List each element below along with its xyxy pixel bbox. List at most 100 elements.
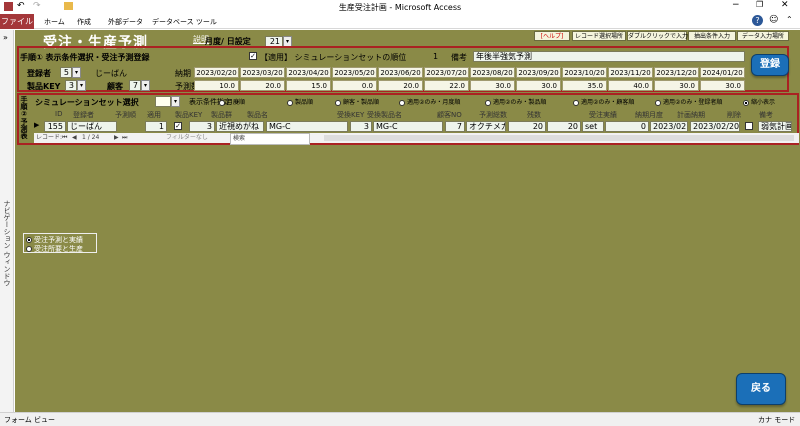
cell-cust-name[interactable]: オクチメガネ <box>466 121 506 132</box>
display-option[interactable]: 適用②のみ・登録者順 <box>655 97 722 106</box>
option-demand-production[interactable]: 受注所要と生産 <box>26 244 83 254</box>
cell-id[interactable]: 155 <box>44 121 66 132</box>
delivery-date-cell[interactable]: 2023/06/20 <box>378 67 423 78</box>
forecast-cell[interactable]: 30.0 <box>654 80 699 91</box>
forecast-cell[interactable]: 0.0 <box>332 80 377 91</box>
display-option-radio[interactable] <box>287 99 293 106</box>
display-option[interactable]: 適用②のみ・月度順 <box>399 97 460 106</box>
product-key-input[interactable]: 3 <box>65 80 77 91</box>
register-button[interactable]: 登録 <box>751 54 789 76</box>
forecast-cell[interactable]: 20.0 <box>378 80 423 91</box>
smiley-icon[interactable]: ☺ <box>769 15 778 25</box>
display-option-radio[interactable] <box>743 99 749 106</box>
apply-checkbox[interactable]: ✓ <box>249 52 257 60</box>
delivery-date-cell[interactable]: 2023/03/20 <box>240 67 285 78</box>
display-option-radio[interactable] <box>573 99 579 106</box>
forecast-cell[interactable]: 20.0 <box>240 80 285 91</box>
help-box[interactable]: [ヘルプ] <box>534 31 570 41</box>
cell-delete-checkbox[interactable] <box>745 122 753 130</box>
delivery-date-cell[interactable]: 2024/01/20 <box>700 67 745 78</box>
delivery-date-cell[interactable]: 2023/08/20 <box>470 67 515 78</box>
cell-product-name[interactable]: MG-C <box>266 121 348 132</box>
tab-create[interactable]: 作成 <box>77 16 91 28</box>
forecast-cell[interactable]: 35.0 <box>562 80 607 91</box>
expand-nav-icon[interactable]: » <box>3 33 8 42</box>
close-icon[interactable]: ✕ <box>781 0 789 10</box>
forecast-cell[interactable]: 10.0 <box>194 80 239 91</box>
cell-note[interactable]: 弱気計画 <box>758 121 792 132</box>
delivery-date-cell[interactable]: 2023/11/20 <box>608 67 653 78</box>
cell-total[interactable]: 20 <box>508 121 546 132</box>
forecast-cell[interactable]: 30.0 <box>516 80 561 91</box>
display-option-radio[interactable] <box>219 99 225 106</box>
delivery-date-cell[interactable]: 2023/09/20 <box>516 67 561 78</box>
display-option-radio[interactable] <box>335 99 341 106</box>
display-option[interactable]: 月度順 <box>219 97 245 106</box>
cell-conv-key[interactable]: 3 <box>350 121 372 132</box>
display-option-radio[interactable] <box>655 99 661 106</box>
display-option[interactable]: 適用②のみ・製品順 <box>485 97 546 106</box>
display-option-radio[interactable] <box>485 99 491 106</box>
display-option-radio[interactable] <box>399 99 405 106</box>
delivery-date-cell[interactable]: 2023/04/20 <box>286 67 331 78</box>
minimize-icon[interactable]: − <box>732 0 740 10</box>
display-option[interactable]: 顧客・製品順 <box>335 97 379 106</box>
cell-conv-name[interactable]: MG-C <box>373 121 443 132</box>
sim-set-dropdown-icon[interactable]: ▾ <box>171 96 180 107</box>
forecast-cell[interactable]: 40.0 <box>608 80 653 91</box>
filter-input-button[interactable]: 抽出条件入力 <box>688 31 736 41</box>
forecast-cell[interactable]: 30.0 <box>700 80 745 91</box>
cell-order[interactable]: 1 <box>145 121 167 132</box>
tab-home[interactable]: ホーム <box>44 16 65 28</box>
tab-file[interactable]: ファイル <box>0 14 34 29</box>
collapse-ribbon-icon[interactable]: ⌃ <box>786 15 793 24</box>
forecast-cell[interactable]: 30.0 <box>470 80 515 91</box>
horizontal-scrollbar[interactable] <box>324 135 794 141</box>
customer-input[interactable]: 7 <box>129 80 141 91</box>
cell-remain[interactable]: 20 <box>547 121 581 132</box>
cell-apply-checkbox[interactable]: ✓ <box>174 122 182 130</box>
next-record-icon[interactable]: ▶ <box>114 133 119 143</box>
double-click-assist-button[interactable]: ダブルクリックで入力支援 <box>627 31 700 41</box>
cell-planned[interactable]: 2023/02/20 <box>690 121 740 132</box>
customer-dropdown-icon[interactable]: ▾ <box>141 80 150 91</box>
help-icon[interactable]: ? <box>752 15 763 26</box>
first-record-icon[interactable]: ⏮ <box>62 133 67 143</box>
navigation-pane[interactable]: » ナビゲーション ウィンドウ <box>0 30 14 412</box>
registrant-dropdown-icon[interactable]: ▾ <box>72 67 81 78</box>
delivery-date-cell[interactable]: 2023/07/20 <box>424 67 469 78</box>
restore-icon[interactable]: ❐ <box>756 0 763 9</box>
display-option[interactable]: 適用②のみ・顧客順 <box>573 97 634 106</box>
prev-record-icon[interactable]: ◀ <box>72 133 77 143</box>
delivery-date-cell[interactable]: 2023/02/20 <box>194 67 239 78</box>
tab-database-tools[interactable]: データベース ツール <box>152 16 217 28</box>
last-record-icon[interactable]: ⏭ <box>122 133 127 143</box>
forecast-cell[interactable]: 22.0 <box>424 80 469 91</box>
registrant-input[interactable]: 5 <box>60 67 72 78</box>
data-entry-area-button[interactable]: データ入力場所 <box>737 31 789 41</box>
option-order-actual-radio[interactable] <box>26 237 32 243</box>
option-demand-production-radio[interactable] <box>26 246 32 252</box>
cell-product-key[interactable]: 3 <box>189 121 215 132</box>
cell-cust-no[interactable]: 7 <box>445 121 465 132</box>
record-selector-icon[interactable]: ▶ <box>34 121 39 129</box>
record-position[interactable]: 1 / 24 <box>82 133 99 143</box>
sim-set-input[interactable] <box>155 96 171 107</box>
delivery-date-cell[interactable]: 2023/10/20 <box>562 67 607 78</box>
remarks-input[interactable]: 年後半強気予測 <box>473 51 745 62</box>
tab-external-data[interactable]: 外部データ <box>108 16 143 28</box>
delivery-date-cell[interactable]: 2023/12/20 <box>654 67 699 78</box>
filter-status[interactable]: フィルターなし <box>166 133 208 143</box>
product-key-dropdown-icon[interactable]: ▾ <box>77 80 86 91</box>
search-box[interactable]: 検索 <box>230 133 310 145</box>
cell-actual[interactable]: 0 <box>605 121 649 132</box>
record-select-area-button[interactable]: レコード選択場所 <box>572 31 626 41</box>
forecast-cell[interactable]: 15.0 <box>286 80 331 91</box>
delivery-date-cell[interactable]: 2023/05/20 <box>332 67 377 78</box>
cell-unit[interactable]: set <box>582 121 604 132</box>
cell-registrant[interactable]: じーばん <box>67 121 117 132</box>
display-option[interactable]: 製品順 <box>287 97 313 106</box>
table-row[interactable]: ▶ 155 じーばん 1 ✓ 3 近視めがね MG-C 3 MG-C 7 オクチ… <box>34 121 799 133</box>
back-button[interactable]: 戻る <box>736 373 786 405</box>
cell-month[interactable]: 2023/02 <box>650 121 688 132</box>
